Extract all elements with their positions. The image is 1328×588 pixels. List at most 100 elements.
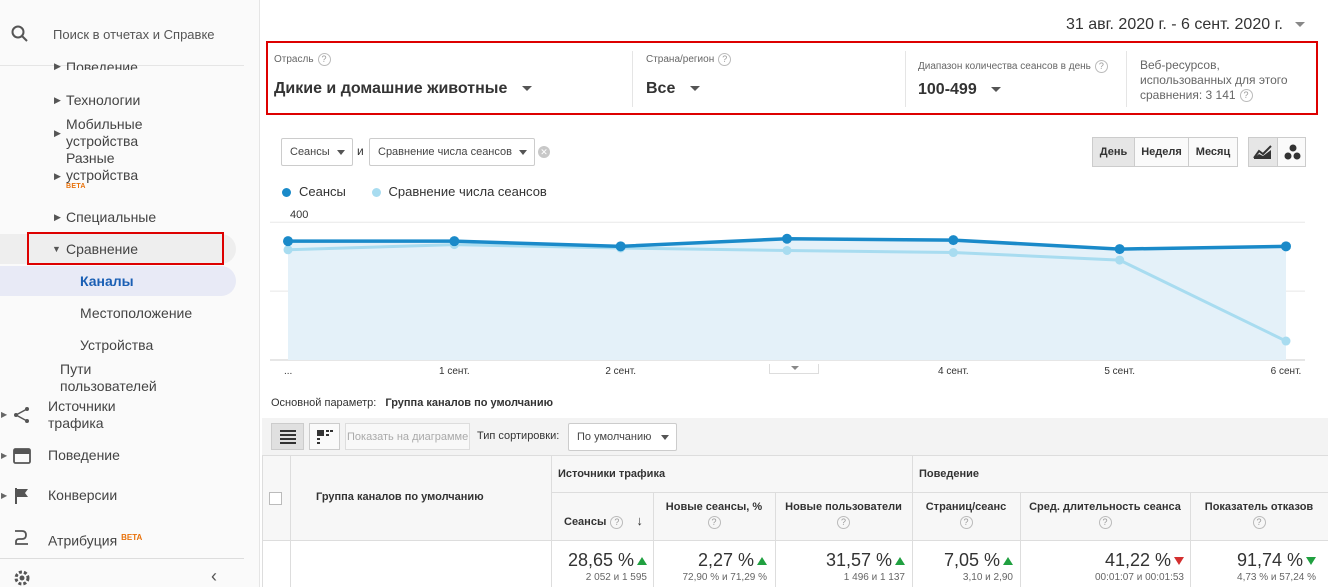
help-icon[interactable]: ?: [718, 53, 732, 66]
data-point: [782, 233, 792, 244]
help-icon[interactable]: ?: [707, 516, 721, 529]
expand-arrow-icon: ▶: [54, 212, 61, 222]
primary-dimension-value[interactable]: Группа каналов по умолчанию: [385, 397, 553, 409]
sidebar-item-mobile[interactable]: Мобильные устройства: [66, 116, 143, 150]
sidebar-item-devices[interactable]: Устройства: [80, 337, 153, 354]
legend-swatch: [371, 188, 381, 198]
sidebar-item-channels[interactable]: Каналы: [80, 273, 134, 290]
total-bounce-rate: 91,74 %: [1194, 550, 1316, 571]
sidebar-item-conversions[interactable]: Конверсии: [48, 487, 117, 504]
expand-arrow-icon: ▶: [1, 491, 8, 500]
trend-up-icon: [757, 557, 767, 566]
data-point: [1281, 241, 1291, 252]
expand-arrow-icon: ▶: [54, 171, 61, 181]
help-icon[interactable]: ?: [1239, 89, 1253, 103]
help-icon[interactable]: ?: [959, 516, 973, 529]
column-header-new-sessions[interactable]: Новые сеансы, % ?: [653, 501, 775, 529]
total-sessions-detail: 2 052 и 1 595: [585, 572, 647, 583]
data-point: [449, 236, 460, 247]
table-view-button[interactable]: [271, 423, 304, 450]
month-button[interactable]: Месяц: [1188, 137, 1238, 167]
sidebar-item-acquisition[interactable]: Источники трафика: [48, 398, 116, 432]
collapse-sidebar-icon[interactable]: ‹: [211, 566, 217, 587]
expand-arrow-icon: ▶: [54, 95, 61, 105]
chevron-down-icon: [661, 435, 669, 440]
sidebar-item-location[interactable]: Местоположение: [80, 305, 192, 322]
remove-metric-icon[interactable]: ✕: [538, 146, 550, 158]
trend-up-icon: [637, 557, 647, 566]
help-icon[interactable]: ?: [1098, 516, 1112, 529]
sort-type-select[interactable]: По умолчанию: [568, 423, 677, 451]
chevron-down-icon: [1295, 22, 1306, 28]
week-button[interactable]: Неделя: [1134, 137, 1189, 167]
legend-series2: Сравнение числа сеансов: [388, 184, 547, 199]
x-tick-label: 4 сент.: [938, 366, 969, 375]
motion-chart-button[interactable]: [1277, 137, 1306, 167]
expand-arrow-icon: ▶: [54, 128, 61, 138]
plot-rows-button[interactable]: Показать на диаграмме: [345, 423, 470, 450]
industry-select[interactable]: Дикие и домашние животные: [274, 80, 532, 98]
x-tick-label: 2 сент.: [605, 366, 636, 375]
help-icon[interactable]: ?: [610, 515, 624, 529]
help-icon[interactable]: ?: [317, 53, 331, 66]
chart-resize-handle[interactable]: [769, 364, 819, 374]
divider: [905, 51, 906, 107]
x-tick-label: 1 сент.: [439, 366, 470, 375]
sort-desc-icon[interactable]: ↓: [636, 513, 643, 528]
search-input[interactable]: Поиск в отчетах и Справке: [53, 27, 243, 42]
column-header-dimension[interactable]: Группа каналов по умолчанию: [316, 491, 484, 503]
sidebar-item-attribution[interactable]: Атрибуция BETA: [48, 529, 142, 550]
country-select[interactable]: Все: [646, 80, 700, 98]
trend-down-icon: [1306, 557, 1316, 566]
column-header-sessions[interactable]: Сеансы? ↓: [564, 513, 643, 529]
metric2-select[interactable]: Сравнение числа сеансов: [369, 138, 535, 166]
sidebar-item-user-paths[interactable]: Пути пользователей: [60, 361, 157, 395]
group-header-acquisition: Источники трафика: [558, 468, 666, 480]
total-avg-session-duration-detail: 00:01:07 и 00:01:53: [1095, 572, 1184, 583]
total-pages-per-session: 7,05 %: [916, 550, 1013, 571]
expand-arrow-icon: ▶: [1, 451, 8, 460]
chevron-down-icon: [689, 86, 700, 92]
sidebar-item-technologies[interactable]: Технологии: [66, 92, 140, 109]
help-icon[interactable]: ?: [1252, 516, 1266, 529]
sidebar-item-special[interactable]: Специальные: [66, 209, 156, 226]
column-header-bounce-rate[interactable]: Показатель отказов ?: [1190, 501, 1328, 529]
column-header-avg-session-duration[interactable]: Сред. длительность сеанса ?: [1020, 501, 1190, 529]
gear-icon[interactable]: [12, 568, 32, 588]
help-icon[interactable]: ?: [837, 516, 850, 529]
legend-series1: Сеансы: [299, 184, 346, 199]
sessions-range-select[interactable]: 100-499: [918, 81, 1002, 99]
acquisition-icon: [14, 407, 29, 423]
day-button[interactable]: День: [1092, 137, 1135, 167]
column-header-new-users[interactable]: Новые пользователи ?: [775, 501, 912, 529]
data-point: [1114, 244, 1125, 255]
total-pages-per-session-detail: 3,10 и 2,90: [962, 572, 1013, 583]
data-point: [615, 241, 626, 252]
total-new-users-detail: 1 496 и 1 137: [843, 572, 905, 583]
benchmark-filters: Отрасль? Дикие и домашние животные Стран…: [266, 41, 1318, 115]
help-icon[interactable]: ?: [1094, 60, 1108, 73]
pivot-view-button[interactable]: [309, 423, 340, 450]
column-header-pages-per-session[interactable]: Страниц/сеанс ?: [912, 501, 1020, 529]
total-sessions: 28,65 %: [555, 550, 647, 571]
total-new-users: 31,57 %: [779, 550, 905, 571]
divider: [0, 558, 244, 559]
sidebar-item-cross-device[interactable]: Разные устройства: [66, 150, 138, 184]
metric1-select[interactable]: Сеансы: [281, 138, 353, 166]
primary-dimension: Основной параметр: Группа каналов по умо…: [271, 397, 553, 409]
bubble-chart-icon: [1284, 144, 1300, 160]
line-chart-button[interactable]: [1248, 137, 1278, 167]
search-bar[interactable]: Поиск в отчетах и Справке: [0, 0, 244, 66]
date-range-picker[interactable]: 31 авг. 2020 г. - 6 сент. 2020 г.: [1066, 16, 1306, 34]
data-point: [1115, 255, 1125, 265]
sidebar-item-behavior-sub[interactable]: Поведение: [66, 60, 138, 70]
industry-label: Отрасль?: [274, 53, 331, 66]
chevron-down-icon: [521, 86, 532, 92]
y-tick-label: 400: [290, 209, 308, 221]
line-chart-icon: [1253, 145, 1272, 159]
select-all-checkbox[interactable]: [269, 492, 282, 505]
sidebar-item-behavior[interactable]: Поведение: [48, 447, 120, 464]
flag-icon: [15, 488, 28, 504]
attribution-icon: [15, 530, 28, 545]
total-bounce-rate-detail: 4,73 % и 57,24 %: [1237, 572, 1316, 583]
